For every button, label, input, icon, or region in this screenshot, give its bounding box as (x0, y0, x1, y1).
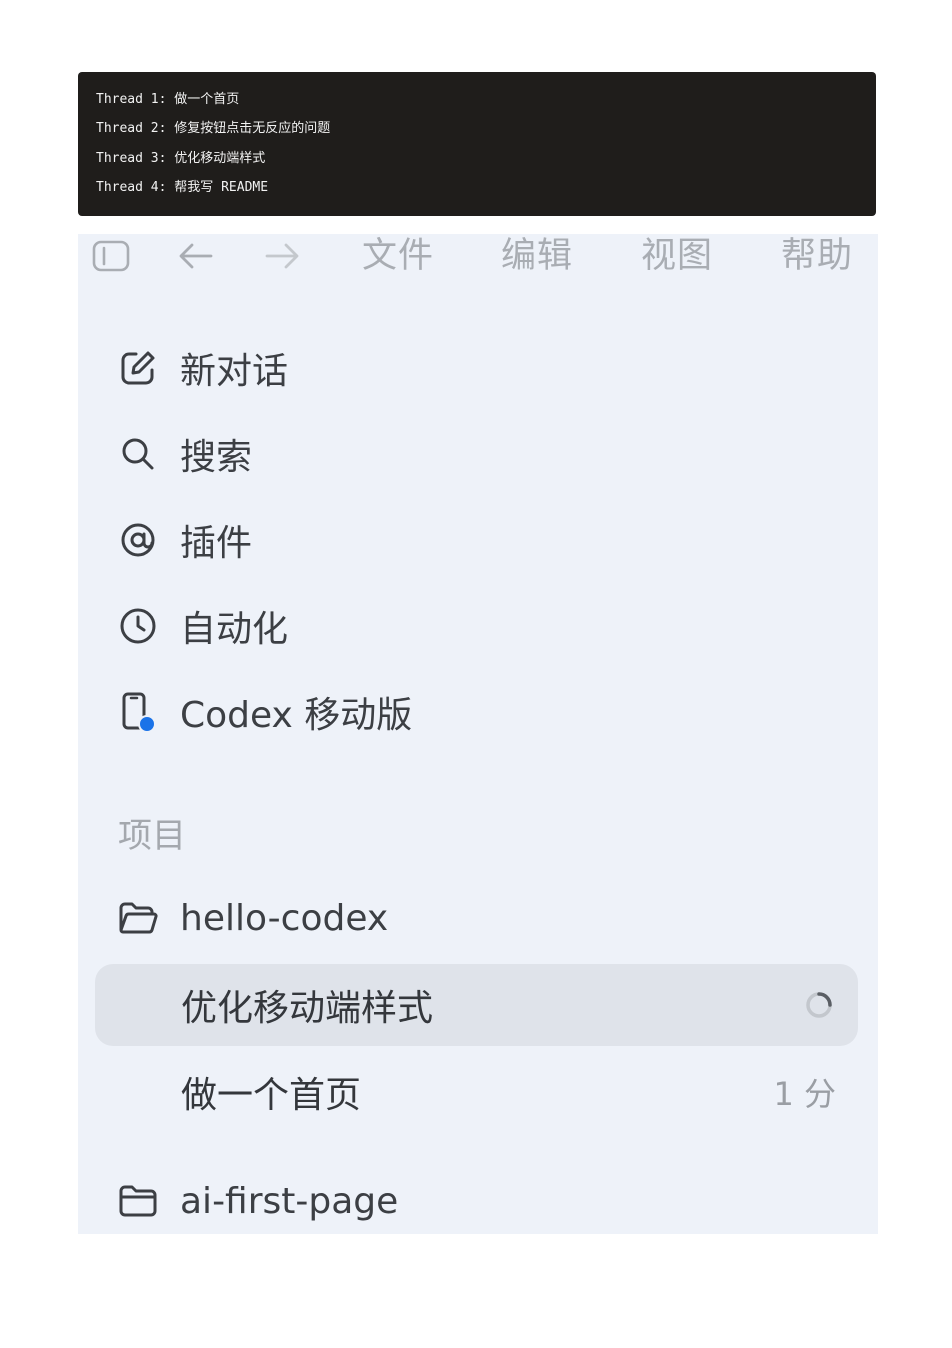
nav-item-automation[interactable]: 自动化 (116, 596, 288, 656)
app-sidebar: 文件 编辑 视图 帮助 新对话 搜索 插件 自动化 Codex 移动版 项目 h… (78, 234, 878, 1234)
project-hello-codex[interactable]: hello-codex (116, 888, 388, 948)
at-icon (116, 518, 160, 562)
thread-row[interactable]: 做一个首页 1 分 (95, 1051, 858, 1133)
code-line: Thread 2: 修复按钮点击无反应的问题 (96, 121, 331, 137)
thread-row-active[interactable]: 优化移动端样式 (95, 964, 858, 1046)
code-block: Thread 1: 做一个首页 Thread 2: 修复按钮点击无反应的问题 T… (78, 72, 876, 216)
menu-view[interactable]: 视图 (641, 234, 713, 278)
nav-item-search[interactable]: 搜索 (116, 424, 252, 484)
projects-section-label: 项目 (118, 816, 186, 856)
nav-item-label: 搜索 (180, 437, 253, 478)
code-line: Thread 4: 帮我写 README (96, 179, 269, 195)
thread-title: 优化移动端样式 (181, 988, 434, 1029)
nav-item-new-chat[interactable]: 新对话 (116, 338, 288, 398)
thread-time: 1 分 (773, 1075, 836, 1113)
back-arrow-icon[interactable] (176, 236, 216, 276)
project-ai-first-page[interactable]: ai-first-page (116, 1171, 398, 1231)
menu-edit[interactable]: 编辑 (501, 234, 573, 278)
menu-help[interactable]: 帮助 (781, 234, 853, 278)
thread-title: 做一个首页 (181, 1075, 362, 1116)
nav-item-codex-mobile[interactable]: Codex 移动版 (116, 682, 412, 742)
loading-spinner-icon (802, 988, 836, 1022)
edit-icon (116, 346, 160, 390)
project-name: hello-codex (180, 897, 389, 939)
code-line: Thread 1: 做一个首页 (96, 92, 240, 107)
folder-open-icon (116, 896, 160, 940)
nav-item-label: 插件 (180, 523, 253, 564)
menu-file[interactable]: 文件 (362, 234, 434, 278)
nav-item-label: 新对话 (180, 351, 289, 392)
folder-icon (116, 1179, 160, 1223)
nav-item-label: Codex 移动版 (180, 695, 413, 736)
project-name: ai-first-page (180, 1180, 399, 1222)
nav-item-plugins[interactable]: 插件 (116, 510, 252, 570)
clock-icon (116, 604, 160, 648)
nav-item-label: 自动化 (180, 609, 289, 650)
search-icon (116, 432, 160, 476)
sidebar-toggle-icon[interactable] (91, 236, 131, 276)
forward-arrow-icon[interactable] (262, 236, 302, 276)
code-line: Thread 3: 优化移动端样式 (96, 150, 266, 166)
mobile-icon (116, 690, 160, 734)
toolbar: 文件 编辑 视图 帮助 (78, 234, 878, 284)
